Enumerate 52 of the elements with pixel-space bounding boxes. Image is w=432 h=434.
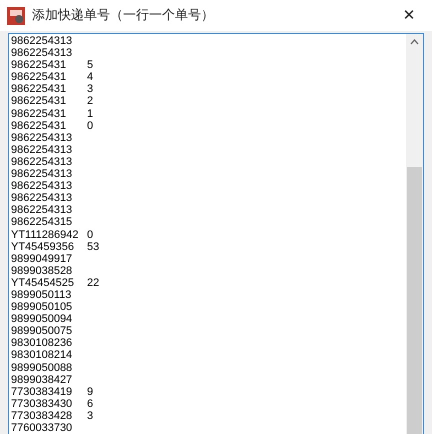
tracking-number: 9899050088 [11,362,74,374]
tracking-number: 9830108236 [11,337,74,350]
tracking-number: 9899050075 [11,325,74,338]
tracking-number: 9862254313 [11,180,74,192]
tracking-number: 986225431 [11,95,68,108]
close-button[interactable]: ✕ [386,0,432,31]
tracking-number: 9899050105 [11,301,74,314]
tracking-number: 986225431 [11,71,68,84]
text-area[interactable] [8,33,424,434]
tracking-number: 986225431 [11,59,68,72]
tracking-number: 9862254313 [11,192,74,204]
tracking-number-end: 6 [87,398,94,410]
tracking-number: 986225431 [11,108,68,120]
tracking-number: 9830108214 [11,349,74,362]
tracking-number-end: 9 [87,386,94,398]
tracking-number: 9862254313 [11,168,74,180]
tracking-number-end: 1 [87,108,94,120]
window-title: 添加快递单号（一行一个单号） [32,6,214,25]
tracking-number-end: 4 [87,71,94,84]
tracking-number: 986225431 [11,83,68,96]
tracking-number: 9899038427 [11,374,74,386]
tracking-number: 9862254313 [11,156,74,168]
tracking-number: YT45459356 [11,240,75,253]
tracking-number-end: 0 [87,120,94,132]
tracking-number: 9862254313 [11,132,74,144]
tracking-number-end: 5 [87,59,94,72]
tracking-number: 9899038528 [11,264,74,277]
tracking-number: 7730383419 [11,386,74,398]
tracking-number: 9862254313 [11,35,74,48]
app-icon [6,6,26,26]
tracking-number: 9862254313 [11,144,74,156]
tracking-number: 9862254313 [11,47,74,60]
tracking-number-end: 3 [87,83,94,96]
tracking-number: 9899050113 [11,288,72,302]
tracking-number: YT111286942 [11,228,80,241]
tracking-number: YT45454525 [11,276,75,289]
scrollbar[interactable] [406,34,423,434]
scrollbar-thumb[interactable] [407,167,422,434]
tracking-number: 7730383430 [11,398,74,410]
tracking-number-end: 2 [87,95,94,108]
tracking-number: 7760033730 [11,422,74,434]
scroll-up-icon[interactable] [410,39,419,45]
tracking-number-end: 53 [87,240,100,253]
tracking-number: 986225431 [11,120,68,132]
tracking-number: 7730383428 [11,410,74,422]
tracking-number-end: 3 [87,410,94,422]
tracking-number: 9862254313 [11,204,74,216]
tracking-number: 9899050094 [11,313,74,326]
tracking-number-end: 22 [87,276,100,289]
tracking-number: 9899049917 [11,252,74,265]
tracking-number: 9862254315 [11,216,74,228]
tracking-number-end: 0 [87,228,94,241]
